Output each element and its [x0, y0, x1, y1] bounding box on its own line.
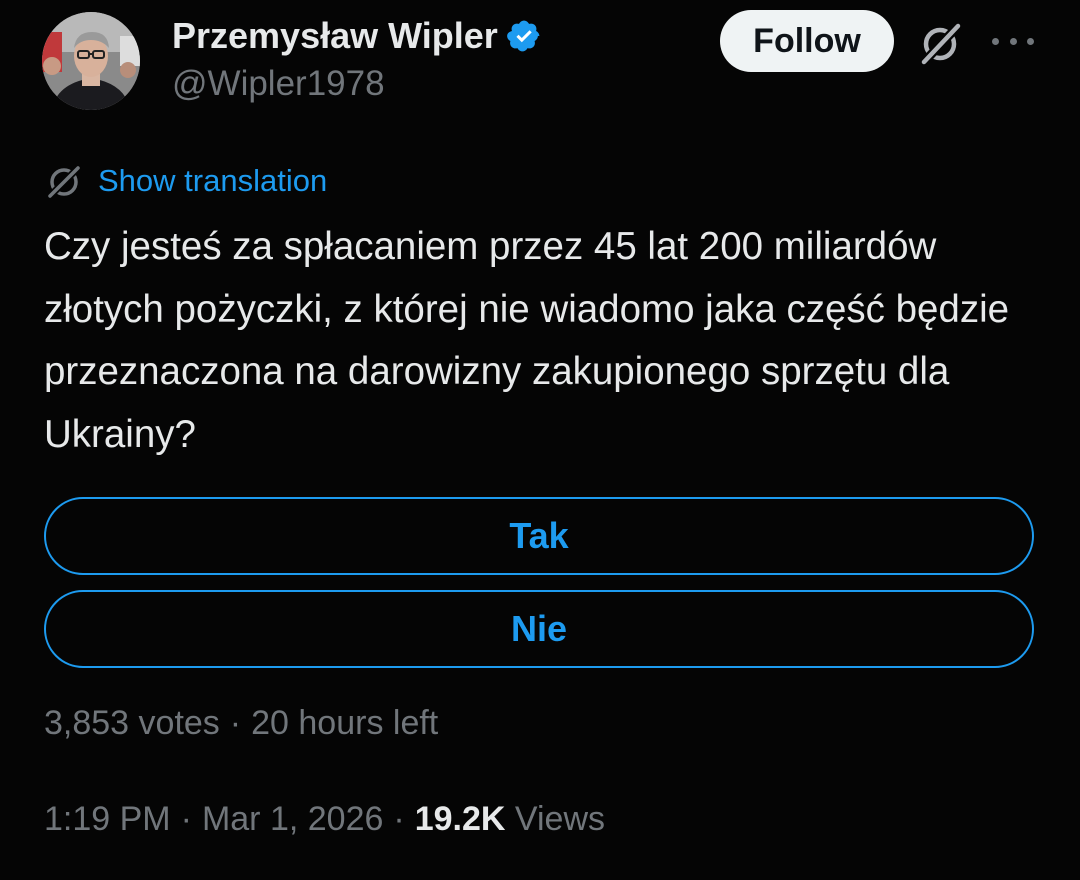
- dot-icon: [1009, 37, 1017, 45]
- tweet-time[interactable]: 1:19 PM: [44, 800, 171, 838]
- poll-option-nie[interactable]: Nie: [44, 590, 1034, 668]
- separator: ·: [393, 800, 405, 838]
- author-name-row[interactable]: Przemysław Wipler: [172, 14, 542, 58]
- poll-votes: 3,853 votes: [44, 704, 220, 742]
- show-translation-row[interactable]: Show translation: [44, 160, 327, 202]
- avatar-photo: [42, 12, 140, 110]
- separator: ·: [180, 800, 192, 838]
- tweet-text: Czy jesteś za spłacaniem przez 45 lat 20…: [44, 225, 1010, 456]
- author-display-name[interactable]: Przemysław Wipler: [172, 15, 498, 57]
- author-handle[interactable]: @Wipler1978: [172, 64, 385, 104]
- avatar[interactable]: [42, 12, 140, 110]
- tweet-meta: 1:19 PM · Mar 1, 2026 · 19.2K Views: [44, 800, 605, 839]
- views-label: Views: [514, 800, 606, 838]
- translate-icon: [47, 165, 81, 199]
- more-options-icon[interactable]: [992, 28, 1034, 54]
- separator: ·: [229, 704, 242, 742]
- poll-meta: 3,853 votes · 20 hours left: [44, 704, 438, 743]
- dot-icon: [1027, 37, 1034, 45]
- views-count: 19.2K: [414, 800, 506, 838]
- grok-icon[interactable]: [916, 18, 966, 68]
- tweet-card: Przemysław Wipler @Wipler1978 Follow Sho…: [0, 0, 1080, 880]
- poll-time-left: 20 hours left: [251, 704, 439, 742]
- dot-icon: [992, 37, 999, 45]
- tweet-date[interactable]: Mar 1, 2026: [202, 800, 383, 838]
- follow-button[interactable]: Follow: [720, 10, 894, 72]
- poll-option-tak[interactable]: Tak: [44, 497, 1034, 575]
- verified-badge-icon: [506, 18, 542, 54]
- show-translation-link[interactable]: Show translation: [98, 163, 327, 199]
